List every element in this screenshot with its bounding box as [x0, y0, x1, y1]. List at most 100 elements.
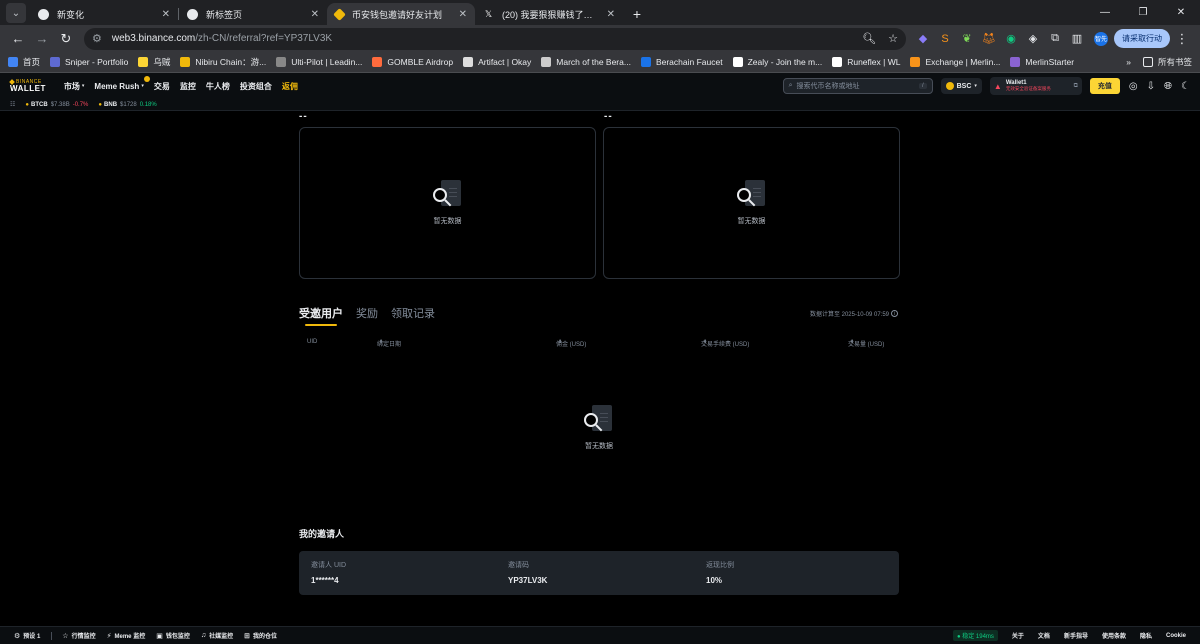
ticker-settings-icon[interactable]: ☷	[10, 101, 15, 108]
all-bookmarks-label: 所有书签	[1157, 57, 1192, 67]
footer-link[interactable]: 新手指导	[1064, 631, 1088, 640]
browser-tab[interactable]: 新标签页 ✕	[179, 3, 327, 25]
close-icon[interactable]: ✕	[459, 9, 467, 20]
extension-icon[interactable]: ◉	[1000, 28, 1022, 50]
wallet-copy-icon[interactable]: ⧉	[1074, 83, 1078, 90]
bookmark-favicon-icon	[541, 57, 552, 67]
bookmark-item[interactable]: Exchange | Merlin...	[910, 57, 1000, 67]
footer-link[interactable]: 使用条款	[1102, 631, 1126, 640]
language-globe-icon[interactable]: 🌐︎	[1164, 81, 1172, 92]
nav-item[interactable]: 市场 ▾	[64, 81, 85, 92]
zoom-search-icon[interactable]: 🔍︎	[862, 32, 876, 45]
theme-moon-icon[interactable]: ☾	[1181, 81, 1190, 92]
chevron-down-icon: ▾	[141, 83, 144, 89]
forward-icon[interactable]: →	[30, 28, 54, 50]
bookmark-item[interactable]: Nibiru Chain：游...	[180, 56, 266, 68]
bookmark-item[interactable]: Berachain Faucet	[640, 57, 723, 67]
inviter-code: 邀请码 YP37LV3K	[508, 560, 547, 585]
binance-icon	[333, 7, 346, 21]
tab-invited-users[interactable]: 受邀用户	[299, 305, 343, 326]
minimize-icon[interactable]: —	[1086, 0, 1124, 25]
browser-tab-active[interactable]: 币安钱包邀请好友计划 ✕	[327, 3, 475, 25]
status-shortcut[interactable]: ⚡ Meme 监控	[107, 631, 146, 641]
binance-wallet-logo[interactable]: BINANCE WALLET	[9, 79, 46, 93]
inviter-uid-value: 1******4	[311, 576, 339, 585]
footer-link[interactable]: Cookie	[1166, 633, 1186, 639]
extension-icon[interactable]: ◈	[1022, 28, 1044, 50]
extension-icon[interactable]: 🦊︎	[978, 28, 1000, 50]
bookmark-item[interactable]: Ulti-Pilot | Leadin...	[276, 57, 362, 67]
nav-item[interactable]: 监控	[180, 81, 196, 92]
tab-claim-history[interactable]: 领取记录	[391, 305, 435, 324]
bookmark-label: Sniper - Portfolio	[65, 57, 129, 67]
chain-selector[interactable]: BSC ▾	[940, 78, 982, 94]
new-tab-button[interactable]: +	[627, 4, 647, 24]
nav-item[interactable]: 牛人榜	[206, 81, 230, 92]
status-shortcut[interactable]: ⊞ 我的仓位	[244, 631, 277, 641]
ticker-item[interactable]: ● BNB $1728 0.18%	[98, 102, 156, 108]
all-bookmarks-folder[interactable]: 所有书签	[1142, 56, 1192, 68]
sidepanel-icon[interactable]: ▥	[1066, 28, 1088, 50]
close-icon[interactable]: ✕	[607, 9, 615, 20]
extension-icon[interactable]: ❦	[956, 28, 978, 50]
bookmark-item[interactable]: 首页	[8, 56, 40, 68]
bookmarks-overflow-icon[interactable]: »	[1126, 57, 1131, 67]
sort-icon[interactable]: ⬍	[379, 339, 383, 345]
bookmark-label: Nibiru Chain：游...	[195, 57, 267, 67]
reload-icon[interactable]: ↻	[54, 28, 78, 50]
nav-item[interactable]: 交易	[154, 81, 170, 92]
status-shortcut[interactable]: ▣ 钱包监控	[156, 631, 190, 641]
status-shortcut[interactable]: ☆ 行情监控	[62, 631, 95, 641]
chevron-down-icon: ▾	[81, 83, 85, 89]
menu-icon[interactable]: ⋮	[1170, 28, 1194, 50]
extensions-puzzle-icon[interactable]: ⧉	[1044, 28, 1066, 50]
url-path: /zh-CN/referral?ref=YP37LV3K	[195, 33, 333, 44]
download-icon[interactable]: ⇩	[1147, 81, 1155, 92]
ticker-item[interactable]: ● BTCB $7.38B -0.7%	[25, 102, 88, 108]
footer-link[interactable]: 关于	[1012, 631, 1024, 640]
bookmark-item[interactable]: 乌贼	[138, 56, 170, 68]
status-shortcut[interactable]: ⚙ 预设 1	[14, 631, 40, 641]
bookmark-star-icon[interactable]: ☆	[888, 32, 898, 45]
tab-search-dropdown[interactable]: ⌄	[6, 3, 26, 23]
browser-tab[interactable]: 新变化 ✕	[30, 3, 178, 25]
sort-icon[interactable]: ⬍	[558, 339, 562, 345]
bookmark-item[interactable]: Artifact | Okay	[463, 57, 531, 67]
bsc-chain-icon	[945, 82, 954, 90]
bookmark-item[interactable]: Zealy - Join the m...	[732, 57, 822, 67]
wallet-selector[interactable]: ▲ Wallet1 无效安全验证备案服务 ⧉	[989, 77, 1082, 95]
topup-button[interactable]: 充值	[1089, 78, 1120, 94]
extension-icon[interactable]: ◆	[912, 28, 934, 50]
bookmark-item[interactable]: Sniper - Portfolio	[50, 57, 128, 67]
site-info-icon[interactable]: ⚙	[92, 32, 102, 45]
nav-item[interactable]: Meme Rush ▾	[94, 75, 150, 91]
bookmark-item[interactable]: GOMBLE Airdrop	[372, 57, 453, 67]
bookmark-item[interactable]: MerlinStarter	[1010, 57, 1074, 67]
close-icon[interactable]: ✕	[311, 9, 319, 20]
restore-icon[interactable]: ❐	[1124, 0, 1162, 25]
footer-link[interactable]: 隐私	[1140, 631, 1152, 640]
nav-item[interactable]: 返佣	[282, 81, 298, 92]
footer-link[interactable]: 文档	[1038, 631, 1050, 640]
bookmark-favicon-icon	[372, 57, 383, 67]
sort-icon[interactable]: ⬍	[703, 339, 707, 345]
browser-tab[interactable]: 𝕏 (20) 我要狠狠赚钱了🔶 BNB o ✕	[475, 3, 623, 25]
back-icon[interactable]: ←	[6, 28, 30, 50]
close-window-icon[interactable]: ✕	[1162, 0, 1200, 25]
bookmark-item[interactable]: March of the Bera...	[541, 57, 631, 67]
nav-item[interactable]: 投资组合	[240, 81, 272, 92]
info-icon[interactable]: i	[891, 310, 898, 317]
action-required-button[interactable]: 请采取行动	[1114, 29, 1170, 48]
tab-rewards[interactable]: 奖励	[356, 305, 378, 324]
address-bar[interactable]: ⚙ web3.binance.com/zh-CN/referral?ref=YP…	[84, 27, 906, 50]
profile-avatar[interactable]: 智先	[1094, 31, 1108, 46]
token-search-input[interactable]: ⌕ 搜索代币名称或地址 /	[782, 78, 933, 94]
close-icon[interactable]: ✕	[162, 9, 170, 20]
bookmark-item[interactable]: Runeflex | WL	[832, 57, 900, 67]
status-shortcut[interactable]: ♫ 社媒监控	[201, 631, 233, 640]
calc-time-text: 数据计算至 2025-10-09 07:59	[809, 312, 889, 318]
sort-icon[interactable]: ⬍	[850, 339, 854, 345]
url-text[interactable]: web3.binance.com/zh-CN/referral?ref=YP37…	[112, 33, 850, 44]
extension-icon[interactable]: S	[934, 28, 956, 50]
account-icon[interactable]: ◎	[1129, 81, 1138, 92]
